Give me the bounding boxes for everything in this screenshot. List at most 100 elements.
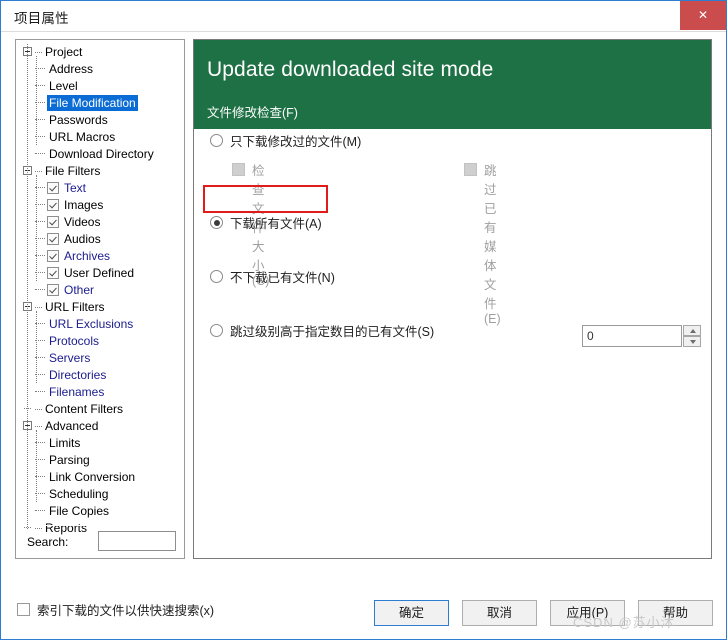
tree-item-filenames[interactable]: Filenames: [16, 384, 184, 400]
tree-item-project[interactable]: Project: [16, 44, 184, 60]
tree-item-label: Link Conversion: [49, 470, 136, 484]
tree-item-servers[interactable]: Servers: [16, 350, 184, 366]
tree-item-url-macros[interactable]: URL Macros: [16, 129, 184, 145]
tree-item-label: Parsing: [49, 453, 90, 467]
panel-header: Update downloaded site mode 文件修改检查(F): [194, 40, 711, 129]
radio-label-skip-deeper-existing: 跳过级别高于指定数目的已有文件(S): [230, 325, 435, 339]
checkbox-check-file-size[interactable]: [232, 163, 245, 176]
tree-item-other[interactable]: Other: [16, 282, 184, 298]
tree-item-scheduling[interactable]: Scheduling: [16, 486, 184, 502]
radio-download-all[interactable]: [210, 216, 223, 229]
tree-item-passwords[interactable]: Passwords: [16, 112, 184, 128]
close-button[interactable]: ✕: [680, 1, 726, 30]
tree-item-label: URL Macros: [49, 130, 116, 144]
help-button[interactable]: 帮助: [638, 600, 713, 626]
cancel-button[interactable]: 取消: [462, 600, 537, 626]
tree-checkbox-text[interactable]: [47, 182, 59, 194]
settings-tree-panel[interactable]: Project Address Level File Modification Pass…: [15, 39, 185, 559]
tree-connector: [35, 510, 45, 512]
settings-tree[interactable]: Project Address Level File Modification Pass…: [16, 40, 184, 535]
tree-item-archives[interactable]: Archives: [16, 248, 184, 264]
tree-checkbox-audios[interactable]: [47, 233, 59, 245]
radio-skip-deeper-existing[interactable]: [210, 324, 223, 337]
tree-item-protocols[interactable]: Protocols: [16, 333, 184, 349]
tree-item-label: Servers: [49, 351, 91, 365]
radio-label-download-modified: 只下载修改过的文件(M): [230, 135, 362, 149]
option-row-no-download-existing[interactable]: 不下载已有文件(N): [194, 265, 711, 291]
tree-item-level[interactable]: Level: [16, 78, 184, 94]
tree-checkbox-images[interactable]: [47, 199, 59, 211]
tree-item-text[interactable]: Text: [16, 180, 184, 196]
file-modification-panel: Update downloaded site mode 文件修改检查(F) 只下…: [193, 39, 712, 559]
tree-item-label: URL Exclusions: [49, 317, 134, 331]
tree-item-videos[interactable]: Videos: [16, 214, 184, 230]
label-index-downloaded-files: 索引下载的文件以供快速搜索(x): [37, 604, 215, 618]
tree-item-label: User Defined: [64, 266, 135, 280]
tree-item-label: File Copies: [49, 504, 110, 518]
tree-item-file-copies[interactable]: File Copies: [16, 503, 184, 519]
tree-item-label: Content Filters: [45, 402, 124, 416]
title-bar: 项目属性 ✕: [1, 1, 726, 32]
suboptions-row: 检查文件大小(C) 跳过已有媒体文件(E): [194, 157, 711, 326]
option-row-download-modified[interactable]: 只下载修改过的文件(M): [194, 129, 711, 155]
tree-item-label: File Filters: [45, 164, 101, 178]
level-spinner-input[interactable]: [582, 325, 682, 347]
tree-item-label: Other: [64, 283, 95, 297]
level-spinner-buttons[interactable]: [683, 325, 701, 347]
close-icon: ✕: [697, 8, 709, 22]
tree-search-row: Search:: [16, 525, 184, 558]
search-input[interactable]: [98, 531, 176, 551]
tree-item-file-filters[interactable]: File Filters: [16, 163, 184, 179]
tree-item-label: Address: [49, 62, 94, 76]
tree-item-parsing[interactable]: Parsing: [16, 452, 184, 468]
tree-item-label: Images: [64, 198, 104, 212]
tree-item-label: Download Directory: [49, 147, 154, 161]
tree-item-download-directory[interactable]: Download Directory: [16, 146, 184, 162]
tree-item-url-exclusions[interactable]: URL Exclusions: [16, 316, 184, 332]
radio-download-modified[interactable]: [210, 134, 223, 147]
tree-item-label: Project: [45, 45, 83, 59]
tree-item-audios[interactable]: Audios: [16, 231, 184, 247]
tree-item-content-filters[interactable]: Content Filters: [16, 401, 184, 417]
tree-item-label: Protocols: [49, 334, 100, 348]
tree-checkbox-archives[interactable]: [47, 250, 59, 262]
radio-no-download-existing[interactable]: [210, 270, 223, 283]
tree-item-label: Level: [49, 79, 78, 93]
tree-item-file-modification[interactable]: File Modification: [16, 95, 184, 111]
apply-button[interactable]: 应用(P): [550, 600, 625, 626]
panel-subtitle: 文件修改检查(F): [207, 106, 298, 120]
tree-connector: [35, 289, 45, 291]
tree-item-url-filters[interactable]: URL Filters: [16, 299, 184, 315]
tree-checkbox-videos[interactable]: [47, 216, 59, 228]
level-spinner[interactable]: [582, 325, 702, 347]
radio-label-no-download-existing: 不下载已有文件(N): [230, 271, 335, 285]
tree-connector-vertical: [36, 56, 38, 145]
tree-connector: [35, 153, 45, 155]
tree-connector-vertical: [36, 175, 38, 281]
search-label: Search:: [27, 535, 69, 549]
tree-item-label: Limits: [49, 436, 81, 450]
tree-item-user-defined[interactable]: User Defined: [16, 265, 184, 281]
tree-item-advanced[interactable]: Advanced: [16, 418, 184, 434]
tree-connector: [34, 401, 43, 417]
tree-item-link-conversion[interactable]: Link Conversion: [16, 469, 184, 485]
tree-item-label: Advanced: [45, 419, 99, 433]
tree-item-address[interactable]: Address: [16, 61, 184, 77]
tree-checkbox-other[interactable]: [47, 284, 59, 296]
ok-button[interactable]: 确定: [374, 600, 449, 626]
tree-item-directories[interactable]: Directories: [16, 367, 184, 383]
checkbox-skip-existing-media[interactable]: [464, 163, 477, 176]
spinner-up-icon[interactable]: [683, 325, 701, 336]
tree-item-label: Videos: [64, 215, 101, 229]
tree-item-limits[interactable]: Limits: [16, 435, 184, 451]
tree-item-label: Filenames: [49, 385, 105, 399]
tree-item-label: Archives: [64, 249, 111, 263]
option-row-download-all[interactable]: 下载所有文件(A): [194, 211, 711, 237]
checkbox-index-downloaded-files[interactable]: [17, 603, 30, 616]
tree-checkbox-user-defined[interactable]: [47, 267, 59, 279]
tree-connector-vertical: [36, 311, 38, 383]
tree-item-images[interactable]: Images: [16, 197, 184, 213]
spinner-down-icon[interactable]: [683, 336, 701, 347]
tree-item-label: Passwords: [49, 113, 108, 127]
panel-title: Update downloaded site mode: [207, 58, 494, 81]
